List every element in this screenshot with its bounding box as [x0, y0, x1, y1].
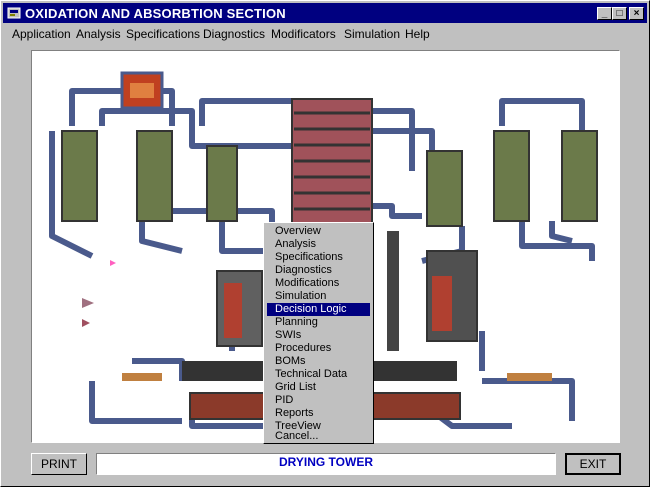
context-item-pid[interactable]: PID — [267, 394, 370, 407]
context-item-overview[interactable]: Overview — [267, 225, 370, 238]
menu-diagnostics[interactable]: Diagnostics — [203, 27, 265, 41]
menu-specifications[interactable]: Specifications — [126, 27, 200, 41]
print-button[interactable]: PRINT — [31, 453, 87, 475]
context-item-cancel[interactable]: Cancel... — [267, 430, 370, 443]
close-button[interactable]: × — [629, 7, 644, 20]
menu-bar: Application Analysis Specifications Diag… — [3, 24, 647, 44]
context-item-boms[interactable]: BOMs — [267, 355, 370, 368]
minimize-icon: _ — [601, 8, 608, 19]
context-item-swis[interactable]: SWIs — [267, 329, 370, 342]
menu-modificators[interactable]: Modificators — [271, 27, 336, 41]
context-item-reports[interactable]: Reports — [267, 407, 370, 420]
maximize-button[interactable]: □ — [612, 7, 627, 20]
menu-help[interactable]: Help — [405, 27, 430, 41]
context-item-planning[interactable]: Planning — [267, 316, 370, 329]
menu-application[interactable]: Application — [12, 27, 71, 41]
maximize-icon: □ — [616, 8, 623, 19]
context-item-specifications[interactable]: Specifications — [267, 251, 370, 264]
main-window: OXIDATION AND ABSORBTION SECTION _ □ × A… — [0, 0, 650, 487]
app-icon[interactable] — [7, 6, 21, 20]
context-item-procedures[interactable]: Procedures — [267, 342, 370, 355]
minimize-button[interactable]: _ — [597, 7, 612, 20]
context-item-diagnostics[interactable]: Diagnostics — [267, 264, 370, 277]
close-icon: × — [633, 8, 640, 19]
title-bar[interactable]: OXIDATION AND ABSORBTION SECTION _ □ × — [3, 3, 647, 23]
context-item-analysis[interactable]: Analysis — [267, 238, 370, 251]
context-item-grid-list[interactable]: Grid List — [267, 381, 370, 394]
exit-button-label: EXIT — [579, 457, 607, 471]
context-item-technical-data[interactable]: Technical Data — [267, 368, 370, 381]
menu-analysis[interactable]: Analysis — [76, 27, 121, 41]
status-field: DRYING TOWER — [96, 453, 556, 475]
context-menu: Overview Analysis Specifications Diagnos… — [263, 222, 374, 444]
menu-simulation[interactable]: Simulation — [344, 27, 400, 41]
context-item-decision-logic[interactable]: Decision Logic — [267, 303, 370, 316]
context-item-simulation[interactable]: Simulation — [267, 290, 370, 303]
exit-button[interactable]: EXIT — [565, 453, 621, 475]
window-title: OXIDATION AND ABSORBTION SECTION — [25, 6, 286, 21]
context-item-modifications[interactable]: Modifications — [267, 277, 370, 290]
